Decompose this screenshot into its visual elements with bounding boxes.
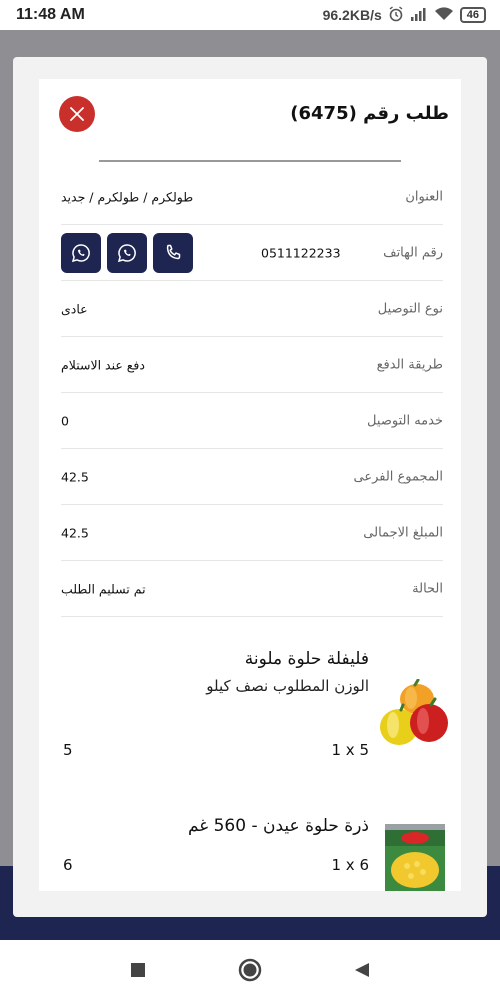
square-icon [131,963,145,977]
field-label: خدمه التوصيل [367,413,443,428]
title-divider [99,160,401,162]
home-button[interactable] [238,958,262,982]
product-multiplier: 1 x 6 [331,856,370,874]
product-subtitle: الوزن المطلوب نصف كيلو [206,677,369,695]
circle-icon [238,958,262,982]
field-value: 0 [61,413,69,428]
network-speed: 96.2KB/s [322,7,382,23]
wifi-icon [434,6,454,24]
contact-buttons [61,232,193,273]
order-modal: طلب رقم (6475) العنوان طولكرم / طولكرم /… [13,57,487,917]
alarm-icon [388,5,404,25]
field-value: 42.5 [61,469,89,484]
product-quantity: 6 [63,856,73,874]
product-quantity: 5 [63,741,73,759]
phone-icon [166,244,181,259]
field-label: المجموع الفرعى [353,469,443,484]
product-item: فليفلة حلوة ملونة الوزن المطلوب نصف كيلو… [61,649,448,799]
field-label: الحالة [412,581,443,596]
product-name: فليفلة حلوة ملونة [244,649,369,669]
phone-number: 0511122233 [261,245,341,260]
field-value: دفع عند الاستلام [61,357,145,372]
status-bar: 11:48 AM 96.2KB/s 46 [0,0,500,30]
order-fields: العنوان طولكرم / طولكرم / جديد رقم الهات… [61,169,443,617]
field-status: الحالة تم تسليم الطلب [61,561,443,617]
whatsapp-button[interactable] [107,232,147,273]
recents-button[interactable] [126,958,150,982]
whatsapp-button[interactable] [61,232,101,273]
system-nav-bar [0,940,500,1000]
close-icon [70,107,84,121]
field-phone: رقم الهاتف 0511122233 [61,225,443,281]
bell-peppers-image [377,678,451,751]
product-name: ذرة حلوة عيدن - 560 غم [187,816,369,836]
field-delivery-fee: خدمه التوصيل 0 [61,393,443,449]
field-address: العنوان طولكرم / طولكرم / جديد [61,169,443,225]
field-label: المبلغ الاجمالى [363,525,443,540]
field-value: تم تسليم الطلب [61,581,146,596]
whatsapp-icon [117,243,136,262]
field-total: المبلغ الاجمالى 42.5 [61,505,443,561]
call-button[interactable] [153,232,193,273]
field-value: عادى [61,301,88,316]
battery-icon: 46 [459,7,486,23]
field-delivery-type: نوع التوصيل عادى [61,281,443,337]
status-icons: 96.2KB/s 46 [322,5,486,25]
back-button[interactable] [350,958,374,982]
product-multiplier: 1 x 5 [331,741,370,759]
corn-can-image [377,820,451,891]
field-value: طولكرم / طولكرم / جديد [61,189,194,204]
order-details-card: طلب رقم (6475) العنوان طولكرم / طولكرم /… [39,79,461,891]
order-title: طلب رقم (6475) [290,103,449,124]
close-button[interactable] [59,96,95,132]
field-label: رقم الهاتف [383,245,443,260]
field-subtotal: المجموع الفرعى 42.5 [61,449,443,505]
field-value: 42.5 [61,525,89,540]
field-payment-method: طريقة الدفع دفع عند الاستلام [61,337,443,393]
field-label: العنوان [405,189,443,204]
triangle-back-icon [355,963,369,977]
field-label: نوع التوصيل [377,301,443,316]
product-item: ذرة حلوة عيدن - 560 غم 1 x 6 6 [61,814,447,891]
field-label: طريقة الدفع [376,357,443,372]
status-time: 11:48 AM [16,6,85,23]
signal-icon [410,7,428,24]
whatsapp-icon [71,243,90,262]
